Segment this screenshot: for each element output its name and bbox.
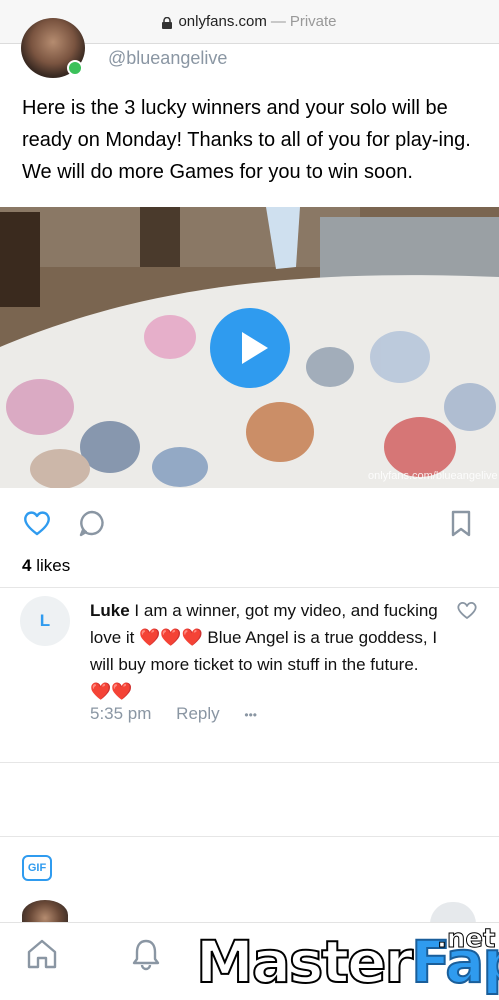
comment-meta: 5:35 pm Reply ••• xyxy=(90,704,277,724)
comment-icon[interactable] xyxy=(77,508,107,538)
home-icon[interactable] xyxy=(24,936,60,972)
gif-button[interactable]: GIF xyxy=(22,855,52,881)
video-play-button[interactable] xyxy=(210,308,290,388)
lock-icon xyxy=(162,16,173,29)
comments-divider xyxy=(0,587,499,588)
comment-like-icon[interactable] xyxy=(456,600,478,620)
likes-number: 4 xyxy=(22,556,32,575)
media-watermark: onlyfans.com/blueangelive xyxy=(368,470,498,482)
comment-reply-button[interactable]: Reply xyxy=(176,704,219,723)
notifications-bell-icon[interactable] xyxy=(128,936,164,972)
bookmark-icon[interactable] xyxy=(446,508,476,538)
composer-divider xyxy=(0,836,499,837)
play-icon xyxy=(242,332,268,364)
commenter-name[interactable]: Luke xyxy=(90,601,130,620)
comment-hearts-1: ❤️❤️❤️ xyxy=(139,628,203,647)
commenter-avatar[interactable]: L xyxy=(20,596,70,646)
url-separator: — xyxy=(270,13,286,30)
private-mode-label: Private xyxy=(289,13,337,30)
comment-body: Luke I am a winner, got my video, and fu… xyxy=(90,597,440,705)
likes-count[interactable]: 4 likes xyxy=(22,556,70,576)
comment-hearts-2: ❤️❤️ xyxy=(90,682,133,701)
url-host: onlyfans.com xyxy=(178,13,267,30)
author-handle[interactable]: @blueangelive xyxy=(108,48,227,69)
composer-send-button[interactable] xyxy=(430,902,476,924)
watermark-word-1: Master xyxy=(195,928,414,996)
like-heart-icon[interactable] xyxy=(22,508,52,538)
comment-more-button[interactable]: ••• xyxy=(244,708,257,722)
section-divider xyxy=(0,762,499,763)
likes-label: likes xyxy=(36,556,71,575)
post-text: Here is the 3 lucky winners and your sol… xyxy=(22,97,471,183)
comment-time: 5:35 pm xyxy=(90,704,152,723)
online-status-indicator xyxy=(67,60,83,76)
watermark-suffix: .net xyxy=(436,924,496,955)
